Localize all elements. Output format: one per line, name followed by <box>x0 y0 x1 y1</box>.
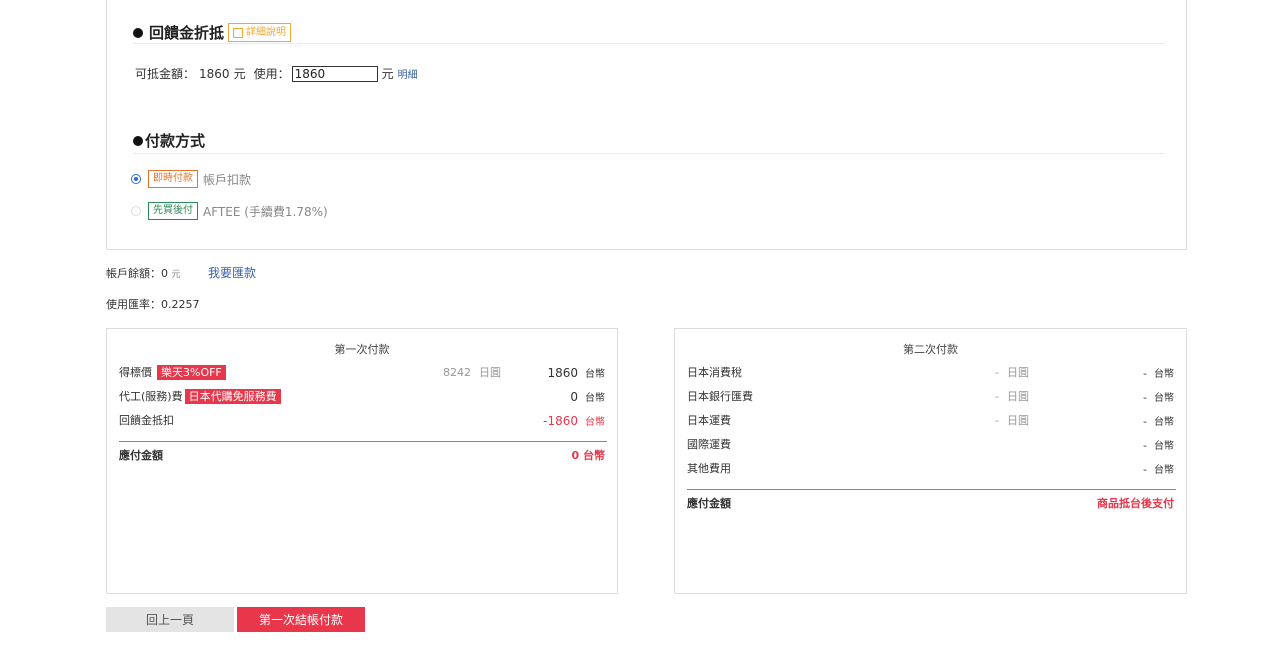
order-options-panel: 回饋金折抵 詳細說明 可抵金額： 1860 元 使用： 元 明細 付款方式 即時… <box>106 0 1187 250</box>
instant-pay-label: 帳戶扣款 <box>203 172 252 187</box>
rebate-line: 可抵金額： 1860 元 使用： 元 明細 <box>135 65 418 82</box>
rebate-detail-link[interactable]: 明細 <box>398 66 418 81</box>
row-label: 日本消費稅 <box>687 366 742 379</box>
payment-option-aftee[interactable]: 先買後付 AFTEE (手續費1.78%) <box>131 202 328 220</box>
exchange-rate-line: 使用匯率：0.2257 <box>106 296 200 312</box>
twd-amount: 1860 台幣 <box>547 365 605 380</box>
first-total-row: 應付金額 0 台幣 <box>119 447 605 463</box>
rate-label: 使用匯率： <box>106 298 161 311</box>
available-label: 可抵金額： <box>135 67 196 81</box>
second-total-row: 應付金額 商品抵台後支付 <box>687 495 1174 511</box>
section-divider <box>133 153 1165 154</box>
table-row: 日本運費 - 日圓 - 台幣 <box>687 411 1174 429</box>
jpy-amount: 8242 日圓 <box>443 366 501 379</box>
aftee-label: AFTEE (手續費1.78%) <box>203 204 328 219</box>
twd-amount: -1860 台幣 <box>543 413 605 428</box>
rate-value: 0.2257 <box>161 298 200 311</box>
twd-amount: - 台幣 <box>1143 366 1174 380</box>
second-payment-title: 第二次付款 <box>903 343 958 356</box>
table-row: 日本消費稅 - 日圓 - 台幣 <box>687 363 1174 381</box>
instant-pay-tag: 即時付款 <box>148 170 198 188</box>
box-icon <box>233 27 244 38</box>
twd-amount: - 台幣 <box>1143 462 1174 476</box>
twd-amount: - 台幣 <box>1143 414 1174 428</box>
table-row: 國際運費 - 台幣 <box>687 435 1174 453</box>
payment-title: 付款方式 <box>145 132 206 150</box>
rebate-section-title: 回饋金折抵 詳細說明 <box>133 22 292 43</box>
first-checkout-button[interactable]: 第一次結帳付款 <box>237 607 365 632</box>
back-button[interactable]: 回上一頁 <box>106 607 234 632</box>
table-row: 代工(服務)費 日本代購免服務費 0 台幣 <box>119 387 605 405</box>
account-balance-line: 帳戶餘額：0 元 我要匯款 <box>106 264 256 281</box>
table-row: 其他費用 - 台幣 <box>687 459 1174 477</box>
available-amount: 1860 <box>199 66 230 81</box>
bullet-icon <box>133 27 143 38</box>
row-label: 國際運費 <box>687 438 731 451</box>
jpy-amount: - 日圓 <box>995 414 1029 427</box>
row-label: 其他費用 <box>687 462 731 475</box>
table-row: 日本銀行匯費 - 日圓 - 台幣 <box>687 387 1174 405</box>
total-divider <box>119 441 607 442</box>
table-row: 得標價 樂天3%OFF 8242 日圓 1860 台幣 <box>119 363 605 381</box>
total-value: 0 台幣 <box>571 449 605 462</box>
section-divider <box>133 43 1165 44</box>
total-value: 商品抵台後支付 <box>1097 497 1174 510</box>
row-label: 代工(服務)費 日本代購免服務費 <box>119 388 281 404</box>
rebate-use-input[interactable] <box>291 65 378 82</box>
balance-value: 0 <box>161 267 168 280</box>
table-row: 回饋金抵扣 -1860 台幣 <box>119 411 605 429</box>
unit-label: 元 <box>233 67 246 81</box>
twd-amount: - 台幣 <box>1143 390 1174 404</box>
rebate-info-label: 詳細說明 <box>246 27 287 38</box>
balance-label: 帳戶餘額： <box>106 267 161 280</box>
service-fee-badge: 日本代購免服務費 <box>184 389 281 404</box>
row-label: 得標價 樂天3%OFF <box>119 364 226 380</box>
row-label: 日本運費 <box>687 414 731 427</box>
second-payment-box: 第二次付款 日本消費稅 - 日圓 - 台幣 日本銀行匯費 - 日圓 - 台幣 日本運費 … <box>674 328 1187 594</box>
radio-unselected[interactable] <box>131 206 141 216</box>
total-divider <box>687 489 1176 490</box>
buy-now-pay-later-tag: 先買後付 <box>148 202 198 220</box>
remit-link[interactable]: 我要匯款 <box>208 266 256 280</box>
first-payment-title: 第一次付款 <box>334 343 390 356</box>
discount-badge: 樂天3%OFF <box>157 365 226 380</box>
first-payment-box: 第一次付款 得標價 樂天3%OFF 8242 日圓 1860 台幣 代工(服務)費 日本… <box>106 328 618 594</box>
balance-unit: 元 <box>171 270 181 280</box>
bullet-icon <box>133 135 143 146</box>
rebate-info-button[interactable]: 詳細說明 <box>228 23 292 42</box>
use-label: 使用： <box>253 67 290 81</box>
jpy-amount: - 日圓 <box>995 366 1029 379</box>
unit-label: 元 <box>381 67 394 81</box>
row-label: 回饋金抵扣 <box>119 414 174 427</box>
row-label: 日本銀行匯費 <box>687 390 753 403</box>
payment-section-title: 付款方式 <box>133 130 205 151</box>
total-label: 應付金額 <box>687 497 731 510</box>
payment-option-instant[interactable]: 即時付款 帳戶扣款 <box>131 170 251 188</box>
radio-selected[interactable] <box>131 174 141 184</box>
rebate-title: 回饋金折抵 <box>149 24 225 42</box>
twd-amount: - 台幣 <box>1143 438 1174 452</box>
twd-amount: 0 台幣 <box>570 389 605 404</box>
jpy-amount: - 日圓 <box>995 390 1029 403</box>
total-label: 應付金額 <box>119 449 163 462</box>
